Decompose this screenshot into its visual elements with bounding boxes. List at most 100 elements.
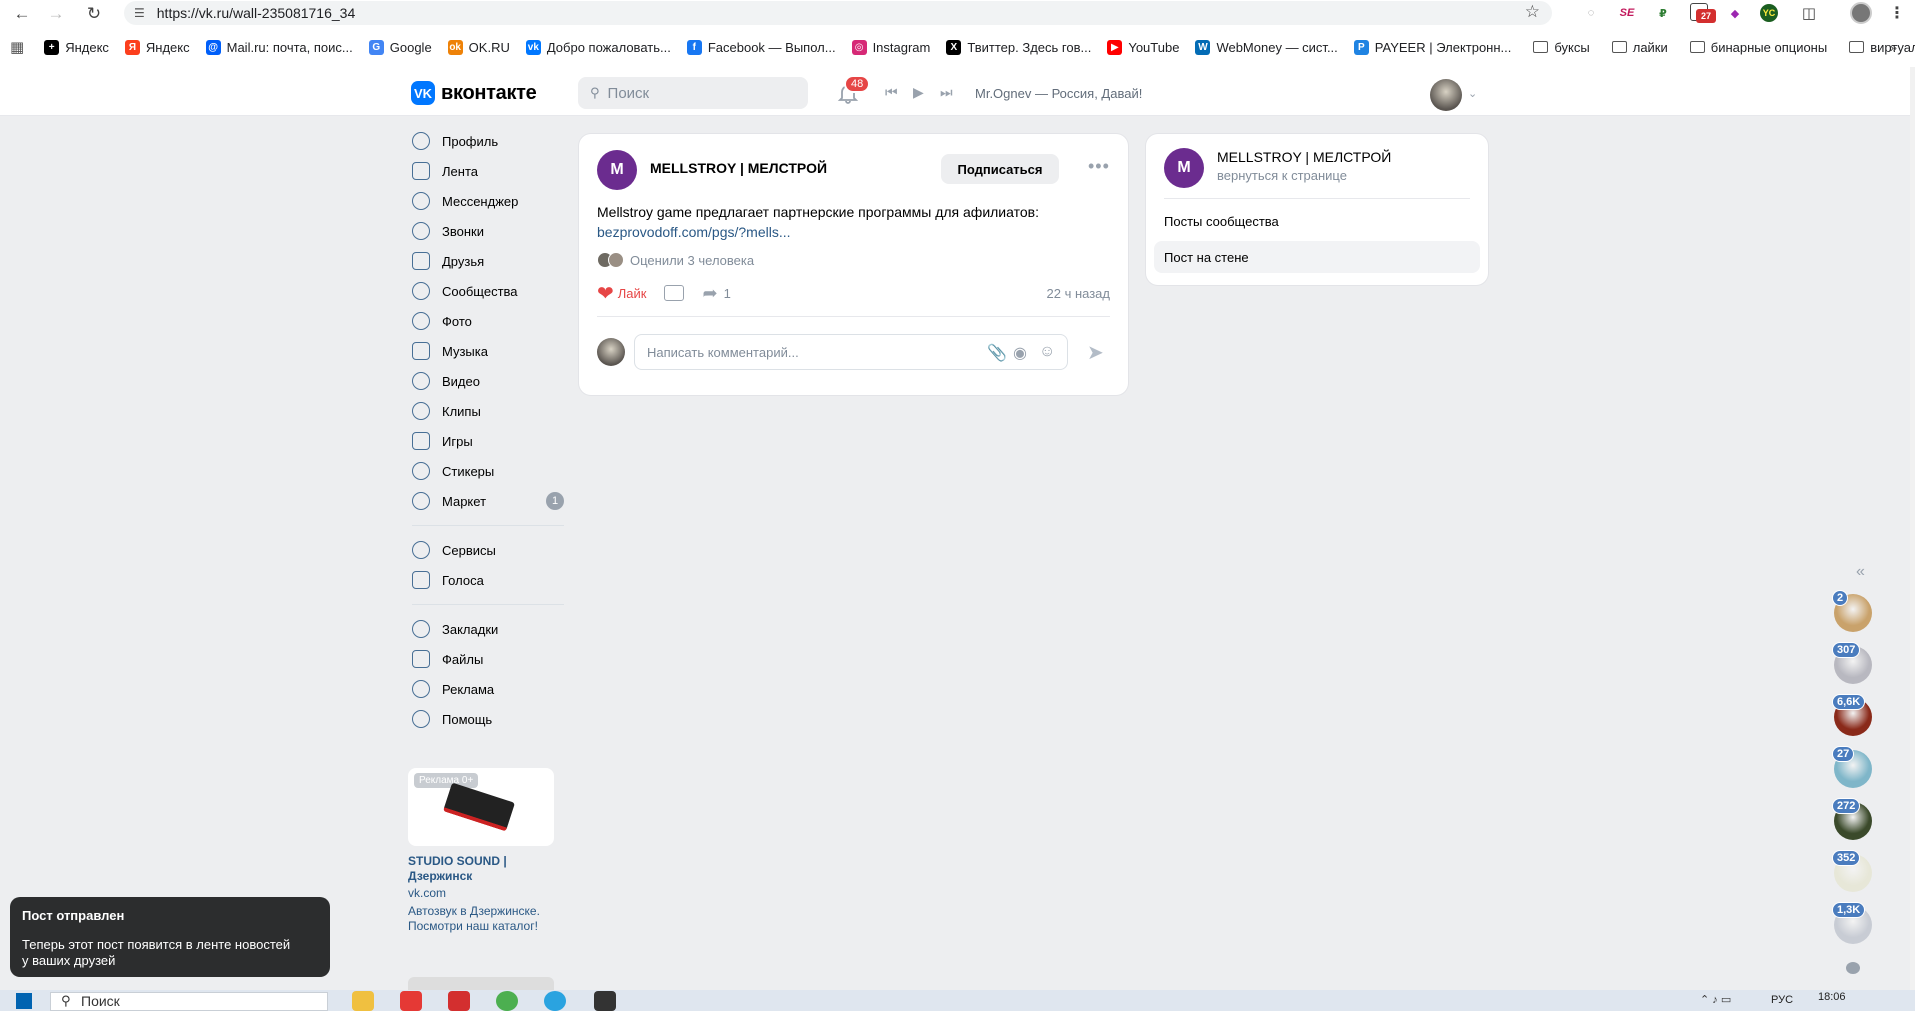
chat-avatar[interactable]: 27 [1832,746,1872,788]
chat-avatar[interactable]: 2 [1832,590,1872,632]
bookmark-item[interactable]: ok OK.RU [447,39,510,55]
language-indicator[interactable]: РУС [1771,994,1793,1006]
page-scrollbar[interactable] [1910,67,1915,990]
bookmark-item[interactable]: ◎ Instagram [851,39,930,55]
sidebar-item[interactable]: Мессенджер [412,186,572,216]
bookmark-folder[interactable]: буксы [1533,40,1590,55]
ad-image[interactable]: Реклама 0+ [408,768,554,846]
chat-avatar[interactable]: 1,3K [1832,902,1872,944]
chat-avatar[interactable]: 272 [1832,798,1872,840]
sidebar-item[interactable]: Реклама [412,674,572,704]
back-arrow-icon[interactable]: ← [8,2,36,26]
bookmark-item[interactable]: f Facebook — Выпол... [686,39,836,55]
comment-input[interactable]: Написать комментарий... 📎 ◉ ☺ [634,334,1068,370]
attach-icon[interactable]: 📎 [987,343,1007,363]
bookmark-item[interactable]: vk Добро пожаловать... [525,39,671,55]
liked-by[interactable]: Оценили 3 человека [597,252,754,268]
sidebar-item[interactable]: Стикеры [412,456,572,486]
bookmark-star-icon[interactable]: ☆ [1525,2,1540,22]
yc-ext-icon[interactable]: YC [1760,4,1778,22]
taskbar-clock[interactable]: 18:06 [1818,991,1846,1003]
bookmark-item[interactable]: Я Яндекс [124,39,190,55]
send-icon[interactable]: ➤ [1087,340,1104,365]
card-group-name[interactable]: MELLSTROY | МЕЛСТРОЙ [1217,149,1391,165]
post-group-name[interactable]: MELLSTROY | МЕЛСТРОЙ [650,160,827,176]
sidebar-item[interactable]: Маркет 1 [412,486,572,516]
back-to-page-link[interactable]: вернуться к странице [1217,168,1347,183]
bookmark-item[interactable]: X Твиттер. Здесь гов... [946,39,1091,55]
windows-start-icon[interactable] [16,993,32,1009]
sidebar-item[interactable]: Фото [412,306,572,336]
group-avatar[interactable]: M [1164,148,1204,188]
bookmark-folder[interactable]: виртуально [1849,40,1915,55]
more-bookmarks-icon[interactable]: » [1890,40,1897,55]
emoji-icon[interactable]: ☺ [1039,343,1055,361]
sidebar-item[interactable]: Друзья [412,246,572,276]
bookmark-item[interactable]: ▶ YouTube [1107,39,1179,55]
bookmark-item[interactable]: P PAYEER | Электронн... [1353,39,1511,55]
sidebar-item[interactable]: Игры [412,426,572,456]
gem-ext-icon[interactable]: ◆ [1724,2,1746,24]
profile-avatar-icon[interactable] [1850,2,1872,24]
collapse-chats-icon[interactable]: « [1856,563,1865,581]
bookmark-item[interactable]: @ Mail.ru: почта, поис... [205,39,353,55]
chrome-icon[interactable] [496,991,518,1011]
ad-block-next[interactable] [408,977,554,990]
tray-icons[interactable]: ⌃ ♪ ▭ [1700,993,1731,1006]
sidebar-item[interactable]: Файлы [412,644,572,674]
address-bar[interactable]: ☰ https://vk.ru/wall-235081716_34 ☆ [124,1,1552,25]
play-icon[interactable]: ▶ [913,84,924,101]
next-track-icon[interactable]: ⏭ [940,84,953,101]
ad-text[interactable]: Автозвук в Дзержинске. Посмотри наш ката… [408,904,554,934]
sidebar-item[interactable]: Видео [412,366,572,396]
sidebar-item[interactable]: Клипы [412,396,572,426]
ad-title[interactable]: STUDIO SOUND | Дзержинск [408,854,554,884]
chat-avatar[interactable]: 352 [1832,850,1872,892]
prev-track-icon[interactable]: ⏮ [885,84,898,101]
menu-kebab-icon[interactable]: ⋮ [1886,2,1908,24]
sidebar-item[interactable]: Звонки [412,216,572,246]
chevron-down-icon[interactable]: ⌄ [1468,87,1477,100]
se-ext-icon[interactable]: SE [1616,2,1638,24]
menu-wall-post[interactable]: Пост на стене [1154,241,1480,273]
apps-grid-icon[interactable]: ▦ [10,38,24,56]
extensions-puzzle-icon[interactable]: ◫ [1798,2,1820,24]
globe-ext-icon[interactable]: ◌ [1580,2,1602,24]
sidebar-item[interactable]: Закладки [412,614,572,644]
sidebar-item[interactable]: Сервисы [412,535,572,565]
bookmark-item[interactable]: W WebMoney — сист... [1195,39,1338,55]
explorer-icon[interactable] [352,991,374,1011]
sidebar-item[interactable]: Лента [412,156,572,186]
chat-avatar[interactable]: 6,6K [1832,694,1872,736]
group-avatar[interactable]: M [597,150,637,190]
now-playing[interactable]: Mr.Ognev — Россия, Давай! [975,86,1142,101]
ad-domain[interactable]: vk.com [408,886,554,900]
sidebar-item[interactable]: Помощь [412,704,572,734]
post-time[interactable]: 22 ч назад [1047,286,1111,301]
share-icon[interactable]: ➦ [702,283,717,304]
app-icon[interactable] [594,991,616,1011]
vk-logo[interactable]: VK вконтакте [411,81,537,105]
site-info-icon[interactable]: ☰ [134,6,145,20]
chat-bubble-icon[interactable] [1846,962,1860,974]
sidebar-item[interactable]: Музыка [412,336,572,366]
sidebar-item[interactable]: Профиль [412,126,572,156]
reload-icon[interactable]: ↻ [80,2,108,26]
post-link[interactable]: bezprovodoff.com/pgs/?mells... [597,222,1097,242]
comment-icon[interactable] [664,285,685,301]
mail-app-icon[interactable] [448,991,470,1011]
forward-arrow-icon[interactable]: → [42,2,70,26]
subscribe-button[interactable]: Подписаться [941,154,1059,184]
bookmark-folder[interactable]: лайки [1611,40,1668,55]
telegram-icon[interactable] [544,991,566,1011]
sidebar-item[interactable]: Голоса [412,565,572,595]
more-options-icon[interactable]: ••• [1088,156,1110,177]
ad-block[interactable]: Реклама 0+ STUDIO SOUND | Дзержинск vk.c… [408,768,554,934]
ruble-ext-icon[interactable]: ₽ [1652,2,1674,24]
sidebar-item[interactable]: Сообщества [412,276,572,306]
search-input[interactable]: ⚲ Поиск [578,77,808,109]
bookmark-item[interactable]: G Google [368,39,432,55]
taskbar-search-input[interactable]: ⚲ Поиск [50,992,328,1011]
bookmark-folder[interactable]: бинарные опционы [1689,40,1827,55]
like-button[interactable]: ❤ Лайк [597,281,646,306]
